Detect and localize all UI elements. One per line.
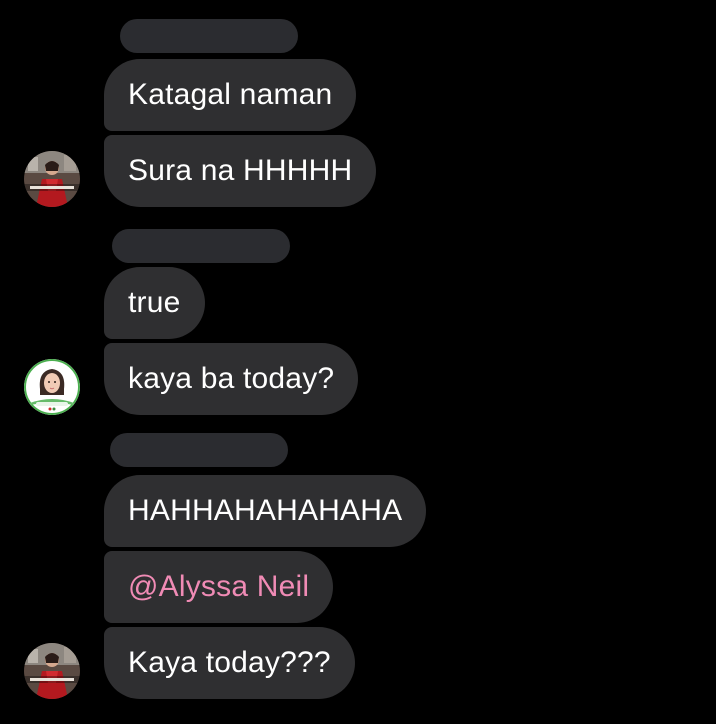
message-bubble[interactable]: HAHHAHAHAHAHA — [104, 475, 427, 547]
sender-name-redacted — [110, 433, 288, 467]
message-bubble[interactable]: Katagal naman — [104, 59, 357, 131]
avatar[interactable] — [24, 643, 80, 699]
message-bubble[interactable]: Kaya today??? — [104, 627, 355, 699]
message-bubble[interactable]: Sura na HHHHH — [104, 135, 377, 207]
message-bubble[interactable]: kaya ba today? — [104, 343, 359, 415]
avatar[interactable] — [24, 151, 80, 207]
sender-name-redacted — [112, 229, 290, 263]
avatar-photo-icon — [24, 359, 80, 415]
sender-name-redacted — [120, 19, 298, 53]
avatar-photo-icon — [24, 151, 80, 207]
message-bubble[interactable]: true — [104, 267, 205, 339]
avatar-photo-icon — [24, 643, 80, 699]
mention-message-bubble[interactable]: @Alyssa Neil — [104, 551, 334, 623]
avatar[interactable] — [24, 359, 80, 415]
